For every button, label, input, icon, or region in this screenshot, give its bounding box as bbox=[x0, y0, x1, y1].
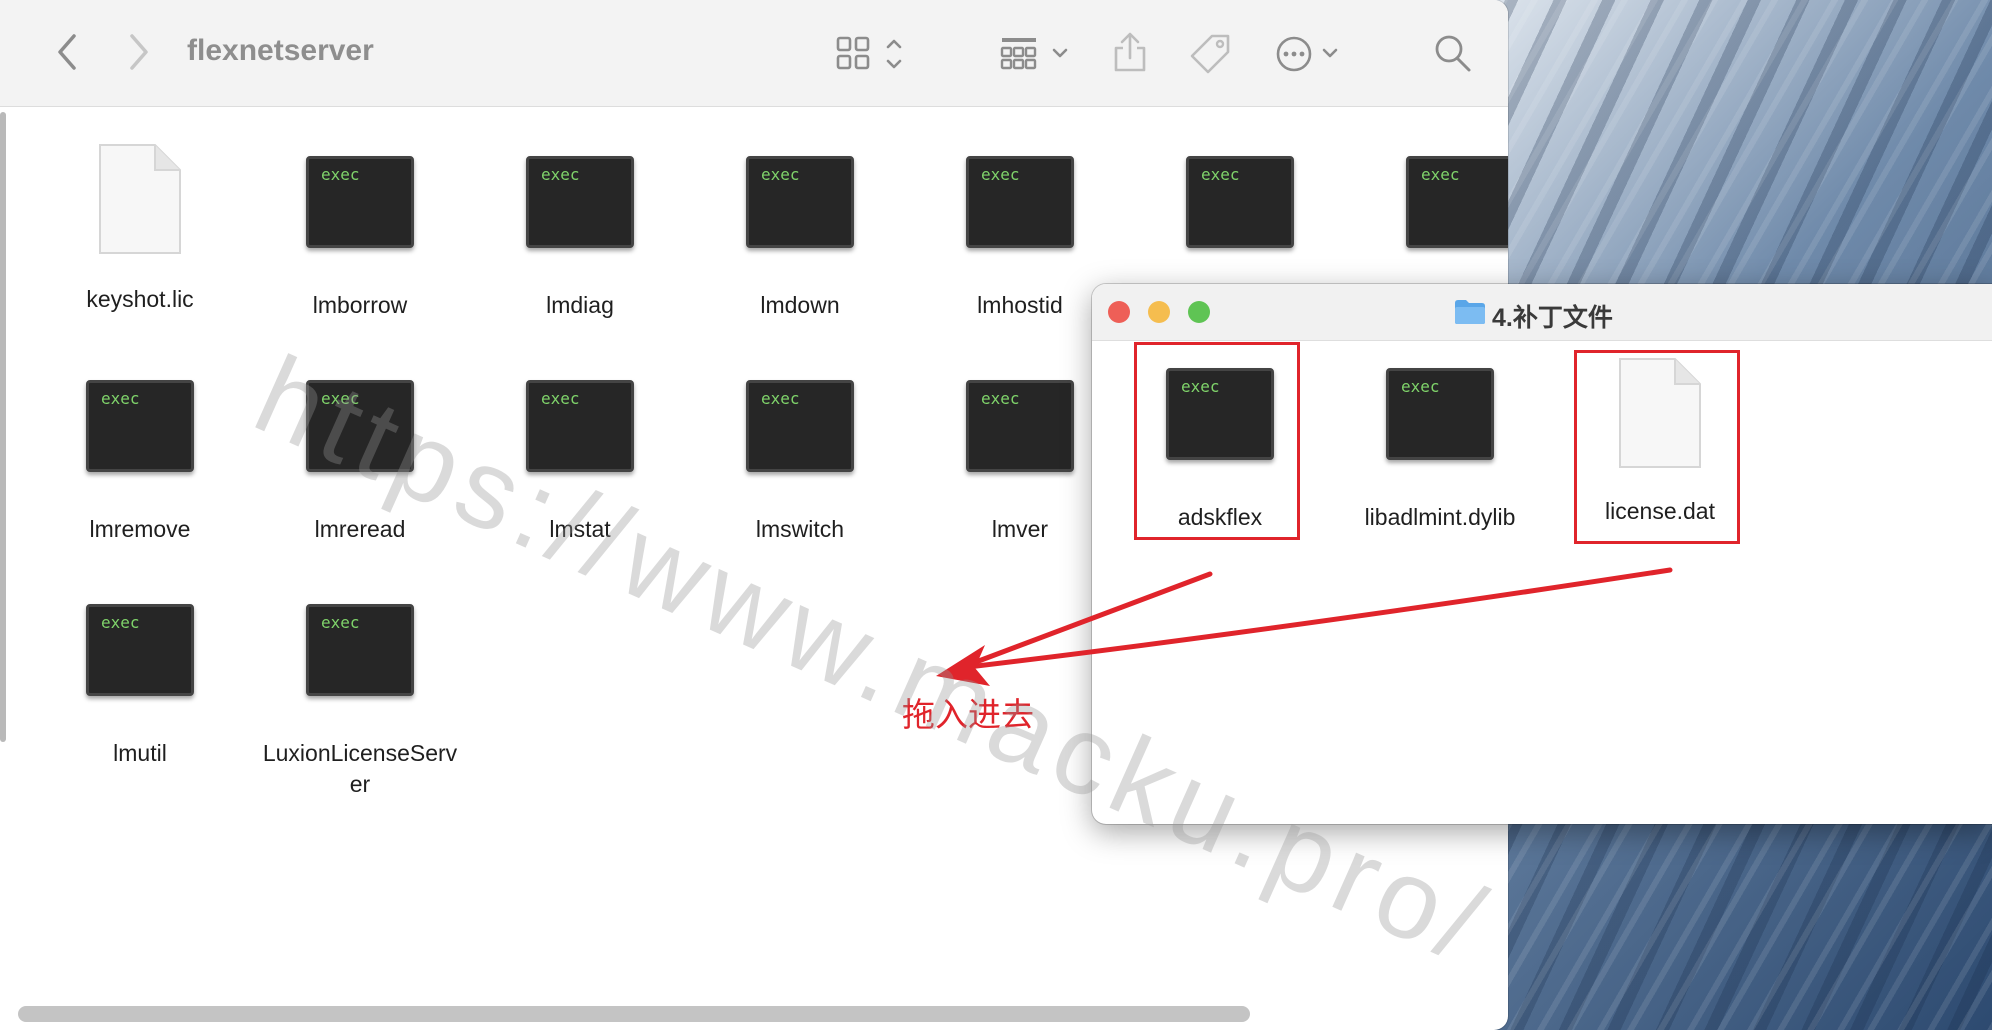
drag-arrows bbox=[936, 567, 1673, 686]
arrow-from-license bbox=[957, 567, 1673, 671]
